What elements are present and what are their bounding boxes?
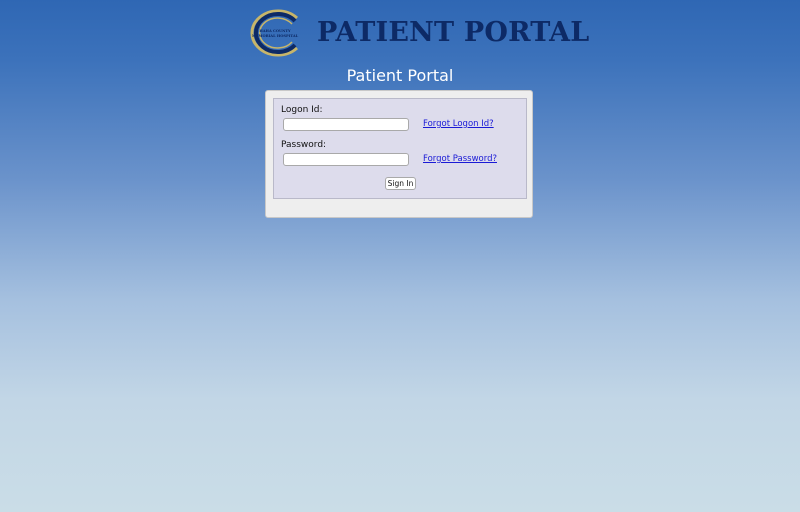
portal-title: PATIENT PORTAL bbox=[317, 17, 590, 48]
login-form: Logon Id: Forgot Logon Id? Password: For… bbox=[273, 98, 527, 199]
sign-in-button[interactable]: Sign In bbox=[385, 177, 416, 190]
page-subtitle: Patient Portal bbox=[346, 66, 454, 85]
portal-header: HAHA COUNTY MEMORIAL HOSPITAL PATIENT PO… bbox=[247, 8, 589, 60]
logo-line-1: HAHA COUNTY bbox=[259, 29, 291, 33]
password-input[interactable] bbox=[283, 153, 409, 166]
password-label: Password: bbox=[281, 140, 327, 150]
hospital-logo: HAHA COUNTY MEMORIAL HOSPITAL bbox=[247, 8, 303, 58]
logon-id-input[interactable] bbox=[283, 118, 409, 131]
login-panel: Logon Id: Forgot Logon Id? Password: For… bbox=[265, 90, 533, 218]
hospital-logo-icon: HAHA COUNTY MEMORIAL HOSPITAL bbox=[250, 9, 299, 57]
logon-id-label: Logon Id: bbox=[281, 105, 323, 115]
forgot-logon-id-link[interactable]: Forgot Logon Id? bbox=[423, 119, 494, 129]
logo-line-2: MEMORIAL HOSPITAL bbox=[252, 34, 299, 38]
forgot-password-link[interactable]: Forgot Password? bbox=[423, 154, 497, 164]
